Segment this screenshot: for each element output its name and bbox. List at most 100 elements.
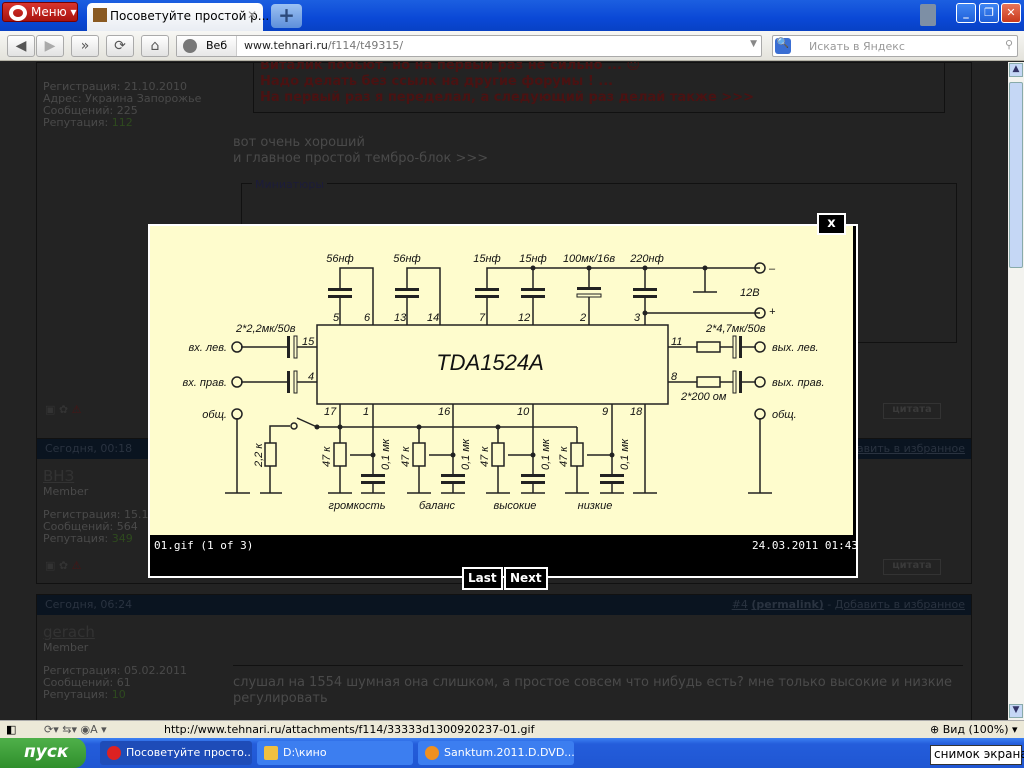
tab-active[interactable]: Посоветуйте простой р... ✕ [87,3,269,31]
cap-label: 220нф [629,253,664,265]
lightbox-caption: 01.gif (1 of 3) [154,539,254,552]
tab-title: Посоветуйте простой р... [110,9,270,23]
control-label: высокие [494,500,537,512]
menu-label: Меню [31,5,67,19]
control-label: низкие [578,500,613,512]
supply-label: 12В [740,287,760,299]
panel-toggle-icon[interactable]: ◧ [6,723,16,736]
lightbox-close-button[interactable]: x [817,213,846,235]
back-button[interactable]: ◀ [7,35,35,57]
task-label: Sanktum.2011.D.DVD... [444,746,574,759]
scroll-up-button[interactable]: ▲ [1009,63,1023,77]
quote-line: Надо делать без ссылк на другие форумы !… [260,74,614,89]
cap-label: 100мк/16в [563,253,615,265]
scroll-thumb[interactable] [1009,82,1023,268]
opera-logo-icon [9,5,27,21]
lightbox-date: 24.03.2011 01:43 [752,539,858,552]
post-tools-icon[interactable]: ▣ ✿ ⚠ [45,559,81,572]
folder-icon [264,746,278,760]
search-box[interactable]: 🔍 Искать в Яндекс ⚲ [772,35,1018,57]
search-go-icon[interactable]: ⚲ [1005,38,1013,51]
quote-button[interactable]: цитата [883,403,941,419]
url-path: /f114/t49315/ [327,39,404,52]
thumbnails-legend: Миниатюры [252,178,328,191]
pin-label: 8 [671,371,678,383]
address-web-label: Веб [177,36,237,56]
post3-rep: 10 [111,688,126,701]
pin-label: 15 [302,336,315,348]
pin-label: 6 [364,312,371,324]
close-window-button[interactable]: ✕ [1001,3,1021,23]
scroll-down-button[interactable]: ▼ [1009,704,1023,718]
opera-icon [107,746,121,760]
cap-label: 0,1 мк [380,438,392,470]
start-button[interactable]: пуск [0,738,86,768]
url-host: www.tehnari.ru [244,39,328,52]
pot-label: 47 к [479,446,491,467]
cap-label: 56нф [393,253,420,265]
browser-titlebar: Меню ▾ Посоветуйте простой р... ✕ + _ ❐ ✕ [0,0,1024,31]
cap-label: 56нф [326,253,353,265]
minimize-button[interactable]: _ [956,3,976,23]
pin-label: 11 [671,336,682,348]
globe-icon [183,39,197,53]
new-tab-button[interactable]: + [271,4,302,28]
post3-favorite-link[interactable]: Добавить в избранное [835,598,965,611]
output-right-label: вых. прав. [772,377,825,389]
post1-text: вот очень хороший [233,135,365,150]
vertical-scrollbar[interactable]: ▲ ▼ [1008,62,1024,720]
pin-label: 10 [517,406,530,418]
download-icon [425,746,439,760]
opera-menu-button[interactable]: Меню ▾ [2,2,78,22]
post3-permalink[interactable]: (permalink) [751,598,823,611]
home-button[interactable]: ⌂ [141,35,169,57]
post-tools-icon[interactable]: ▣ ✿ ⚠ [45,403,81,416]
forward-button[interactable]: ▶ [36,35,64,57]
supply-minus-label: – [768,263,776,275]
pin-label: 14 [427,312,439,324]
divider [233,665,963,666]
input-left-label: вх. лев. [189,342,227,354]
pot-label: 47 к [558,446,570,467]
fast-forward-button[interactable]: » [71,35,99,57]
pot-label: 47 к [400,446,412,467]
lightbox-next-button[interactable]: Next [504,567,548,590]
sync-icon[interactable]: ⟳▾ ⇆▾ ◉A ▾ [44,723,107,736]
address-bar[interactable]: Веб www.tehnari.ru/f114/t49315/ ▼ [176,35,762,57]
yandex-search-engine-icon[interactable]: 🔍 [775,38,791,54]
taskbar-item-folder[interactable]: D:\кино [257,741,413,765]
address-url[interactable]: www.tehnari.ru/f114/t49315/ [244,39,403,52]
post2-username[interactable]: ВНЗ [43,467,74,485]
address-dropdown-icon[interactable]: ▼ [750,39,757,49]
resistor-label: 2,2 к [253,443,265,468]
post1-rep: 112 [111,116,133,129]
cap-label: 0,1 мк [619,438,631,470]
quote-button[interactable]: цитата [883,559,941,575]
restore-button[interactable]: ❐ [979,3,999,23]
ground-label: общ. [772,409,797,421]
post3-number-link[interactable]: #4 [732,598,748,611]
post2-role: Member [43,485,89,498]
lightbox-last-button[interactable]: Last [462,567,503,590]
reload-button[interactable]: ⟳ [106,35,134,57]
supply-plus-label: + [769,306,776,318]
input-right-label: вх. прав. [183,377,227,389]
zoom-control[interactable]: ⊕ Вид (100%) ▾ [930,723,1018,736]
taskbar-item-download[interactable]: Sanktum.2011.D.DVD... [418,741,574,765]
search-input[interactable]: Искать в Яндекс [809,40,905,53]
post1-quote: Виталик побьют, но на первый раз не силь… [253,62,945,113]
output-caps-label: 2*4,7мк/50в [705,323,766,335]
pin-label: 2 [579,312,586,324]
trash-icon[interactable] [920,4,936,26]
ground-label: общ. [202,409,227,421]
address-prefix: Веб [206,39,228,52]
pin-label: 4 [308,371,314,383]
zoom-level: Вид (100%) [942,723,1009,736]
tab-close-button[interactable]: ✕ [247,8,257,22]
site-favicon-icon [93,8,107,22]
post-3: Сегодня, 06:24 #4 (permalink) - Добавить… [36,594,972,720]
browser-toolbar: ◀ ▶ » ⟳ ⌂ Веб www.tehnari.ru/f114/t49315… [0,31,1024,61]
pin-label: 18 [630,406,643,418]
taskbar-item-opera[interactable]: Посоветуйте просто... [100,741,252,765]
post3-username[interactable]: gerach [43,623,95,641]
